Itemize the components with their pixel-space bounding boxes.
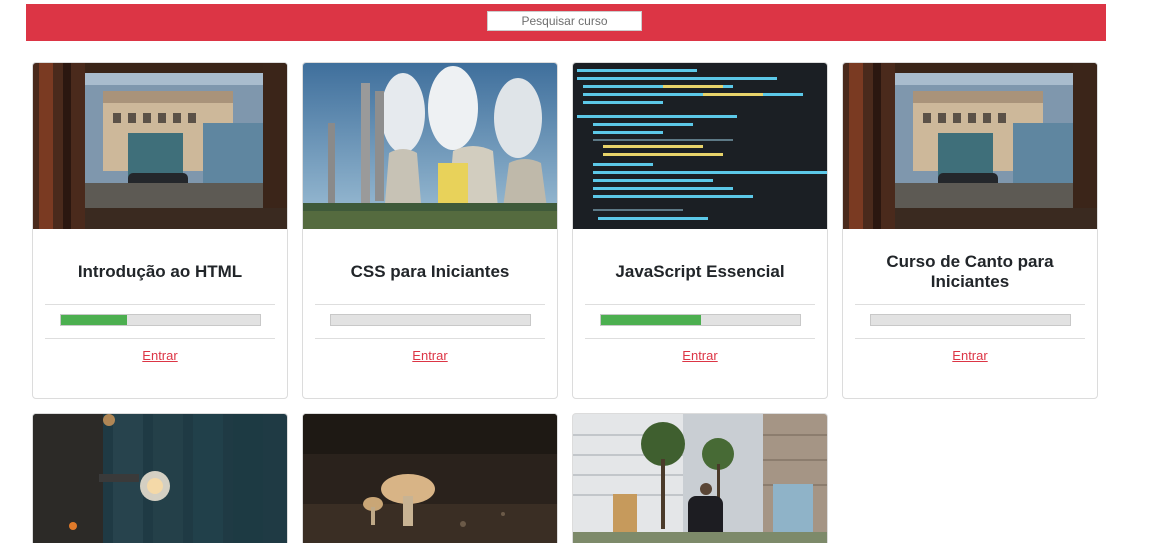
course-thumbnail <box>573 63 827 229</box>
enter-link[interactable]: Entrar <box>33 348 287 363</box>
course-card: CSS para Iniciantes Entrar <box>302 62 558 399</box>
progress-bar <box>60 314 261 326</box>
course-card: Curso de Canto para Iniciantes Entrar <box>842 62 1098 399</box>
divider <box>585 338 815 339</box>
progress-bar <box>330 314 531 326</box>
course-card <box>572 413 828 543</box>
course-thumbnail <box>843 63 1097 229</box>
divider <box>45 338 275 339</box>
progress-bar <box>600 314 801 326</box>
course-thumbnail <box>33 414 287 543</box>
top-bar <box>26 4 1106 41</box>
progress-bar <box>870 314 1071 326</box>
course-title: CSS para Iniciantes <box>350 262 510 281</box>
course-thumbnail <box>303 63 557 229</box>
divider <box>45 304 275 305</box>
course-card: JavaScript Essencial Entrar <box>572 62 828 399</box>
enter-link[interactable]: Entrar <box>303 348 557 363</box>
course-card <box>32 413 288 543</box>
divider <box>315 338 545 339</box>
divider <box>315 304 545 305</box>
progress-fill <box>601 315 701 325</box>
progress-fill <box>61 315 127 325</box>
course-thumbnail <box>573 414 827 543</box>
course-card <box>302 413 558 543</box>
enter-link[interactable]: Entrar <box>573 348 827 363</box>
divider <box>855 304 1085 305</box>
divider <box>585 304 815 305</box>
enter-link[interactable]: Entrar <box>843 348 1097 363</box>
course-thumbnail <box>303 414 557 543</box>
course-title: JavaScript Essencial <box>615 262 785 281</box>
course-title: Curso de Canto para Iniciantes <box>886 252 1054 291</box>
course-title: Introdução ao HTML <box>77 262 243 281</box>
course-card: Introdução ao HTML Entrar <box>32 62 288 399</box>
divider <box>855 338 1085 339</box>
search-input[interactable] <box>487 11 642 31</box>
course-thumbnail <box>33 63 287 229</box>
